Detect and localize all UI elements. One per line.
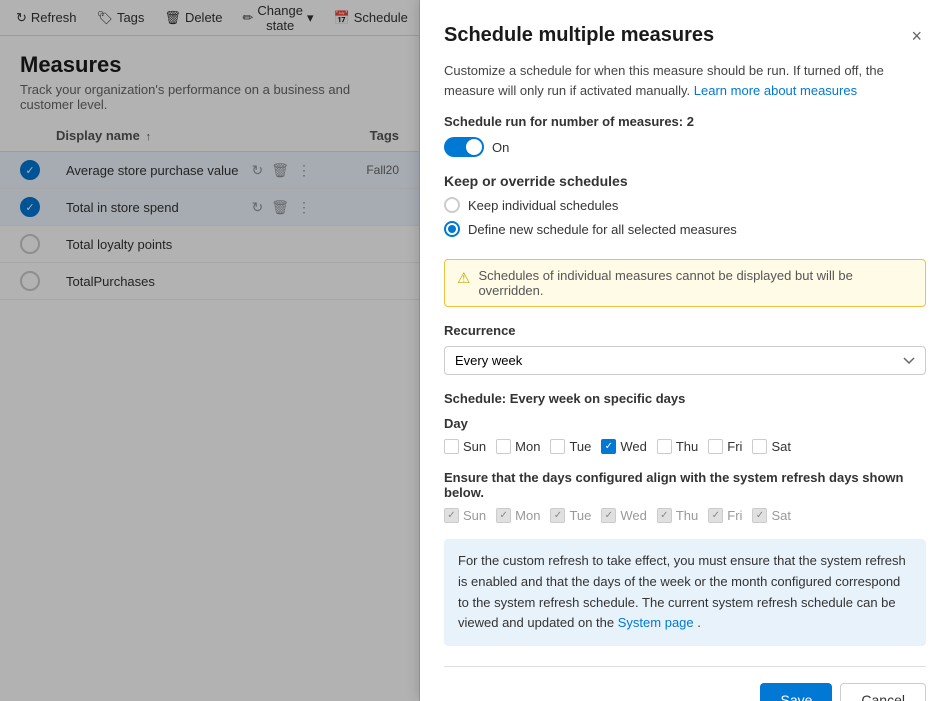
day-checkbox-tue[interactable] xyxy=(550,439,565,454)
ensure-label-tue: Tue xyxy=(569,508,591,523)
day-section-label: Day xyxy=(444,416,926,431)
toggle-row: On xyxy=(444,137,926,157)
keep-override-title: Keep or override schedules xyxy=(444,173,926,189)
ensure-checkbox-sun xyxy=(444,508,459,523)
dialog-description: Customize a schedule for when this measu… xyxy=(444,61,926,100)
day-checkbox-sun[interactable] xyxy=(444,439,459,454)
day-option-mon: Mon xyxy=(496,439,540,454)
schedule-count-label: Schedule run for number of measures: 2 xyxy=(444,114,926,129)
day-option-tue: Tue xyxy=(550,439,591,454)
ensure-checkbox-sat xyxy=(752,508,767,523)
ensure-day-tue: Tue xyxy=(550,508,591,523)
day-checkbox-thu[interactable] xyxy=(657,439,672,454)
ensure-title: Ensure that the days configured align wi… xyxy=(444,470,926,500)
day-label-sun: Sun xyxy=(463,439,486,454)
warning-text: Schedules of individual measures cannot … xyxy=(478,268,913,298)
radio-keep-individual[interactable]: Keep individual schedules xyxy=(444,197,926,213)
schedule-days-section: Schedule: Every week on specific days Da… xyxy=(444,391,926,454)
modal-overlay xyxy=(0,0,420,701)
ensure-day-thu: Thu xyxy=(657,508,698,523)
ensure-label-fri: Fri xyxy=(727,508,742,523)
schedule-toggle[interactable] xyxy=(444,137,484,157)
keep-override-section: Keep or override schedules Keep individu… xyxy=(444,173,926,245)
radio-keep-label: Keep individual schedules xyxy=(468,198,618,213)
day-checkbox-wed[interactable] xyxy=(601,439,616,454)
day-option-sat: Sat xyxy=(752,439,791,454)
day-option-thu: Thu xyxy=(657,439,698,454)
ensure-section: Ensure that the days configured align wi… xyxy=(444,470,926,523)
ensure-checkbox-thu xyxy=(657,508,672,523)
radio-define-label: Define new schedule for all selected mea… xyxy=(468,222,737,237)
system-page-link[interactable]: System page xyxy=(618,615,694,630)
day-checkbox-mon[interactable] xyxy=(496,439,511,454)
ensure-label-wed: Wed xyxy=(620,508,647,523)
radio-keep-circle xyxy=(444,197,460,213)
ensure-day-wed: Wed xyxy=(601,508,647,523)
ensure-days-row: Sun Mon Tue Wed Thu Fri xyxy=(444,508,926,523)
day-label-mon: Mon xyxy=(515,439,540,454)
ensure-day-sat: Sat xyxy=(752,508,791,523)
ensure-checkbox-mon xyxy=(496,508,511,523)
ensure-label-mon: Mon xyxy=(515,508,540,523)
day-label-thu: Thu xyxy=(676,439,698,454)
ensure-day-sun: Sun xyxy=(444,508,486,523)
ensure-label-sat: Sat xyxy=(771,508,791,523)
ensure-checkbox-fri xyxy=(708,508,723,523)
warning-icon: ⚠ xyxy=(457,269,470,287)
ensure-label-sun: Sun xyxy=(463,508,486,523)
day-checkbox-sat[interactable] xyxy=(752,439,767,454)
learn-more-link[interactable]: Learn more about measures xyxy=(694,83,857,98)
schedule-title: Schedule: Every week on specific days xyxy=(444,391,926,406)
recurrence-select[interactable]: Every week Every day Every month xyxy=(444,346,926,375)
recurrence-label: Recurrence xyxy=(444,323,926,338)
info-text-2: . xyxy=(697,615,701,630)
cancel-button[interactable]: Cancel xyxy=(840,683,926,701)
dialog-header: Schedule multiple measures × xyxy=(444,24,926,49)
schedule-dialog: Schedule multiple measures × Customize a… xyxy=(420,0,950,701)
recurrence-section: Recurrence Every week Every day Every mo… xyxy=(444,323,926,375)
ensure-checkbox-tue xyxy=(550,508,565,523)
ensure-day-mon: Mon xyxy=(496,508,540,523)
day-label-wed: Wed xyxy=(620,439,647,454)
day-option-wed: Wed xyxy=(601,439,647,454)
warning-box: ⚠ Schedules of individual measures canno… xyxy=(444,259,926,307)
days-row: Sun Mon Tue Wed Thu xyxy=(444,439,926,454)
day-label-tue: Tue xyxy=(569,439,591,454)
day-label-fri: Fri xyxy=(727,439,742,454)
toggle-label: On xyxy=(492,140,509,155)
close-button[interactable]: × xyxy=(907,24,926,49)
day-label-sat: Sat xyxy=(771,439,791,454)
save-button[interactable]: Save xyxy=(760,683,832,701)
dialog-title: Schedule multiple measures xyxy=(444,24,714,47)
day-option-fri: Fri xyxy=(708,439,742,454)
ensure-day-fri: Fri xyxy=(708,508,742,523)
ensure-label-thu: Thu xyxy=(676,508,698,523)
day-checkbox-fri[interactable] xyxy=(708,439,723,454)
radio-define-new[interactable]: Define new schedule for all selected mea… xyxy=(444,221,926,237)
day-option-sun: Sun xyxy=(444,439,486,454)
dialog-footer: Save Cancel xyxy=(444,666,926,701)
radio-define-circle xyxy=(444,221,460,237)
info-box: For the custom refresh to take effect, y… xyxy=(444,539,926,646)
ensure-checkbox-wed xyxy=(601,508,616,523)
